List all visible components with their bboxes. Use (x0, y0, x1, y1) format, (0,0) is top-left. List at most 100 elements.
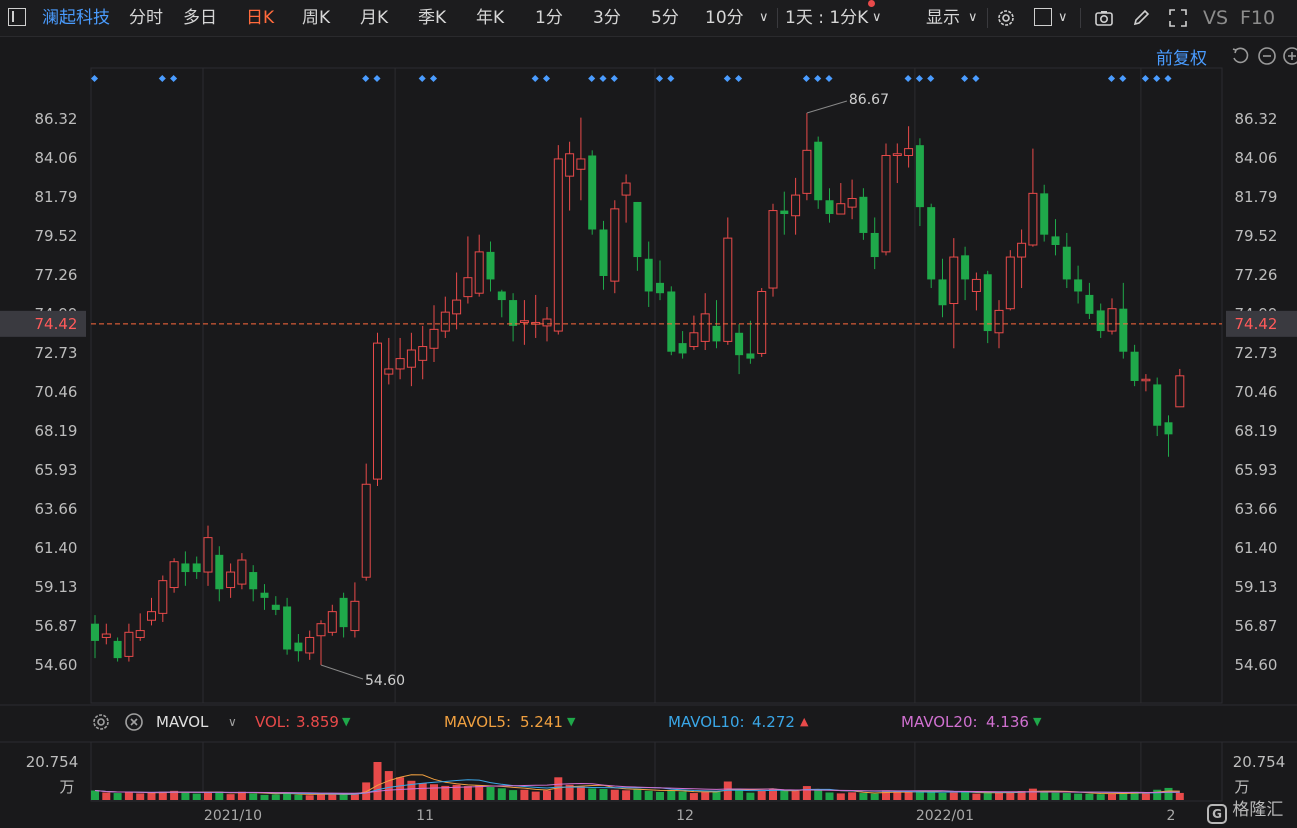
event-marker-icon (825, 74, 833, 83)
y-tick-label-left: 56.87 (35, 617, 78, 635)
indicator-chevron-icon[interactable]: ∨ (228, 711, 237, 733)
settings-gear-icon[interactable] (996, 8, 1016, 28)
min-price-label: 54.60 (365, 673, 405, 689)
y-tick-label-right: 63.66 (1235, 500, 1278, 518)
tab-fenshi[interactable]: 分时 (129, 0, 163, 36)
candle-body (1164, 422, 1173, 435)
indicator-name[interactable]: MAVOL (156, 711, 208, 733)
kline-chart[interactable]: 2021/10 11 12 2022/01 2 86.32 86.32 84.06 84.06 8… (0, 0, 1297, 828)
tab-jik[interactable]: 季K (418, 0, 446, 36)
event-marker-icon (588, 74, 596, 83)
display-menu[interactable]: 显示 (926, 0, 960, 36)
candle-body (1028, 192, 1038, 246)
event-marker-icon (723, 74, 731, 83)
candle-body (1096, 310, 1105, 332)
y-tick-label-right: 70.46 (1235, 383, 1278, 401)
tab-zhouk[interactable]: 周K (302, 0, 330, 36)
event-marker-icon (429, 74, 438, 83)
stock-name[interactable]: 澜起科技 (42, 0, 110, 36)
event-marker-icon (814, 74, 822, 83)
candle-body (147, 611, 156, 621)
candle-body (1107, 308, 1117, 332)
volume-bar (1153, 789, 1162, 800)
indicator-settings-gear-icon[interactable] (91, 712, 111, 732)
candle-body (158, 580, 168, 614)
interval-select[interactable]: 1天 : 1分K (785, 0, 868, 36)
tab-1min[interactable]: 1分 (535, 0, 563, 36)
reset-icon[interactable] (1230, 46, 1250, 66)
candle-body (712, 325, 721, 342)
event-marker-icon (599, 74, 607, 83)
candle-body (327, 611, 337, 633)
volume-bar (859, 793, 868, 800)
candle-body (892, 153, 902, 156)
volume-bar (565, 784, 574, 800)
candle-body (927, 207, 936, 280)
candle-body (531, 321, 541, 325)
fullscreen-icon[interactable] (1168, 8, 1188, 28)
tab-yuek[interactable]: 月K (360, 0, 388, 36)
display-chevron-icon[interactable]: ∨ (968, 0, 978, 36)
tab-rik[interactable]: 日K (246, 0, 274, 36)
volume-bar (712, 791, 721, 800)
candle-body (271, 604, 280, 610)
volume-bar (305, 795, 314, 800)
indicator-close-icon[interactable] (124, 712, 144, 732)
volume-bar (656, 791, 664, 800)
event-marker-icon (610, 74, 618, 83)
candle-body (746, 353, 755, 359)
y-tick-label-right: 77.26 (1235, 266, 1278, 284)
volume-bar (497, 788, 506, 800)
volume-bar (475, 785, 484, 800)
volume-bar (588, 788, 597, 800)
tab-10min[interactable]: 10分 (705, 0, 744, 36)
candle-body (599, 229, 608, 276)
y-tick-label-right: 61.40 (1235, 539, 1278, 557)
candle-body (847, 198, 857, 208)
candle-body (881, 154, 891, 253)
candle-body (565, 153, 575, 177)
pencil-draw-icon[interactable] (1131, 8, 1151, 28)
camera-icon[interactable] (1094, 8, 1114, 28)
mavol10-value: 4.272 (752, 713, 795, 731)
current-price-label-left: 74.42 (35, 315, 78, 333)
volume-bar (373, 762, 382, 800)
zoom-out-icon[interactable] (1257, 46, 1277, 66)
chart-style-square-icon[interactable] (1034, 8, 1052, 26)
volume-bar (113, 793, 122, 800)
candle-body (791, 194, 801, 217)
vs-compare-button[interactable]: VS (1203, 0, 1228, 36)
tab-niank[interactable]: 年K (476, 0, 504, 36)
volume-bar (430, 784, 438, 800)
zoom-in-icon[interactable] (1282, 46, 1297, 66)
candle-body (621, 182, 631, 196)
volume-bar (689, 793, 698, 800)
tab-duori[interactable]: 多日 (183, 0, 217, 36)
chart-style-chevron-icon[interactable]: ∨ (1058, 0, 1068, 36)
volume-bar (701, 792, 710, 800)
f10-button[interactable]: F10 (1240, 0, 1275, 36)
more-tabs-chevron-icon[interactable]: ∨ (759, 0, 769, 36)
volume-bar (769, 789, 777, 800)
tab-3min[interactable]: 3分 (593, 0, 621, 36)
volume-bar (667, 790, 676, 800)
current-price-tag-right (1226, 310, 1297, 337)
volume-bar (1074, 793, 1083, 800)
mavol20-label: MAVOL20: (901, 713, 978, 731)
event-marker-icon (373, 74, 381, 83)
event-marker-icon (362, 74, 370, 83)
volume-bar (204, 792, 212, 800)
volume-bar (1119, 792, 1128, 800)
tab-5min[interactable]: 5分 (651, 0, 679, 36)
candle-body (735, 332, 744, 356)
volume-bar (622, 790, 631, 800)
price-panel-frame (90, 67, 1223, 704)
volume-bar (1051, 792, 1060, 800)
panel-toggle-icon[interactable] (8, 8, 26, 26)
candle-body (1175, 375, 1185, 408)
volume-bar (181, 792, 190, 800)
adjust-mode-button[interactable]: 前复权 (1156, 44, 1207, 69)
toolbar: 澜起科技 分时 多日 日K 周K 月K 季K 年K 1分 3分 5分 10分 ∨… (0, 0, 1297, 37)
candle-body (1005, 256, 1015, 310)
candle-body (576, 158, 586, 170)
